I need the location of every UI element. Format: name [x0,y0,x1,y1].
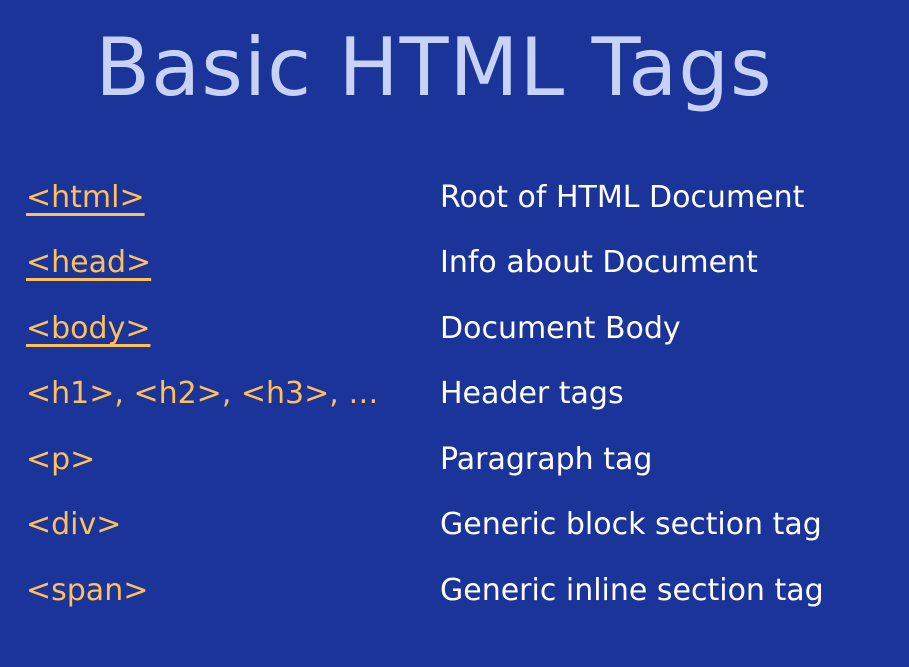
tag-description-p: Paragraph tag [440,441,653,477]
tag-link-head[interactable]: <head> [26,248,440,278]
tag-row-p: <p> Paragraph tag [26,427,886,493]
tag-description-html: Root of HTML Document [440,179,805,215]
tag-row-span: <span> Generic inline section tag [26,558,886,624]
tag-label-div: <div> [26,507,122,543]
tag-row-div: <div> Generic block section tag [26,493,886,559]
tag-label-p: <p> [26,441,96,477]
tag-description-div: Generic block section tag [440,507,822,543]
tag-label-span: <span> [26,572,149,608]
tag-description-span: Generic inline section tag [440,572,824,608]
tag-description-headers: Header tags [440,376,624,412]
tag-row-html: <html> Root of HTML Document [26,165,886,231]
tag-label-headers: <h1>, <h2>, <h3>, … [26,376,379,412]
tag-row-headers: <h1>, <h2>, <h3>, … Header tags [26,362,886,428]
tag-row-body: <body> Document Body [26,296,886,362]
tag-description-head: Info about Document [440,245,758,281]
tag-list: <html> Root of HTML Document <head> Info… [26,165,886,624]
tag-description-body: Document Body [440,310,681,346]
tag-link-body[interactable]: <body> [26,313,440,344]
slide-title: Basic HTML Tags [95,21,773,114]
tag-row-head: <head> Info about Document [26,231,886,297]
tag-link-html[interactable]: <html> [26,182,440,213]
